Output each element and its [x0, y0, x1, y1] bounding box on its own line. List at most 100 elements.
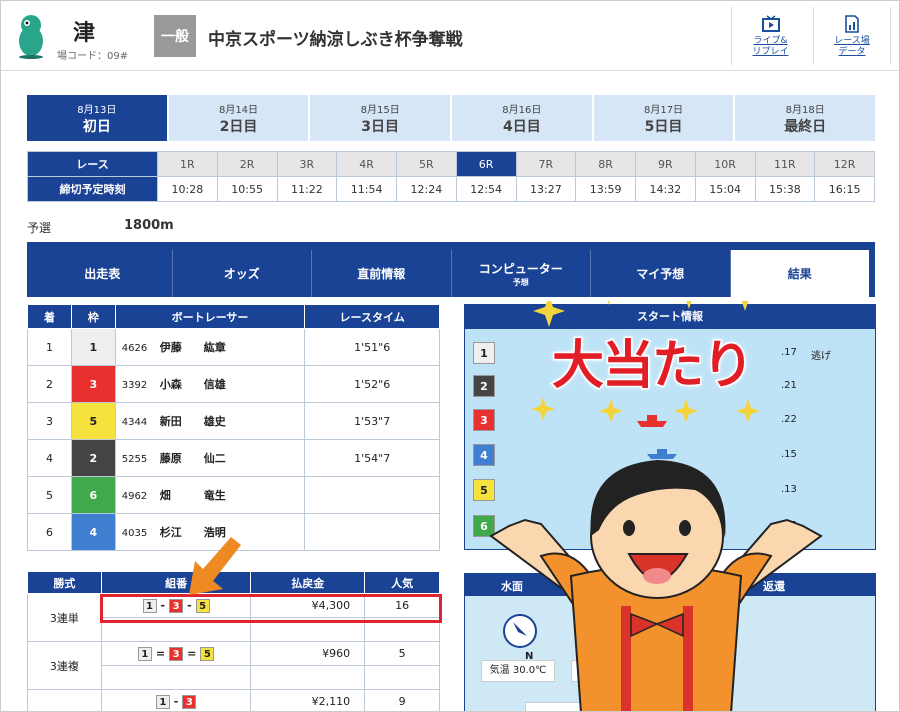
race-tab[interactable]: 3R	[276, 151, 338, 177]
jackpot-text: 大当たり	[550, 335, 755, 398]
day-tab[interactable]: 8月15日 3日目	[310, 95, 451, 141]
race-tab[interactable]: 9R	[635, 151, 696, 177]
venue-data-label: レース場 データ	[834, 35, 870, 57]
table-row: 4 2 5255 藤原 仙二 1'54"7	[27, 439, 440, 477]
deadline-time: 15:38	[754, 176, 816, 202]
day-tab[interactable]: 8月17日 5日目	[593, 95, 734, 141]
race-tab[interactable]: 8R	[575, 151, 636, 177]
frame-number: 3	[70, 365, 116, 403]
frame-number: 5	[70, 402, 116, 440]
race-tab[interactable]: 1R	[157, 151, 218, 177]
race-tab[interactable]: 2R	[216, 151, 278, 177]
race-tab[interactable]: 12R	[814, 151, 875, 177]
day-tabs: 8月13日 初日 8月14日 2日目 8月15日 3日目 8月16日 4日目 8月17日 5日目 8…	[27, 95, 876, 141]
day-tab[interactable]: 8月13日 初日	[27, 95, 167, 141]
table-row: 5 6 4962 畑 竜生	[27, 476, 440, 514]
frame-number: 2	[70, 439, 116, 477]
chart-icon	[845, 14, 859, 33]
combo-number: 5	[200, 646, 215, 661]
info-tab[interactable]: 結果	[730, 250, 869, 297]
result-header: 枠	[70, 304, 116, 329]
tv-icon	[761, 14, 780, 32]
frame-number: 4	[70, 513, 116, 551]
result-header: レースタイム	[304, 304, 440, 329]
racer-reg-number: 3392	[121, 380, 148, 391]
day-tab[interactable]: 8月14日 2日目	[168, 95, 309, 141]
day-label: 4日目	[502, 118, 541, 135]
combo-separator: =	[155, 646, 166, 660]
payout-amount: ¥960	[250, 641, 366, 666]
venue-data-button[interactable]: レース場 データ	[813, 7, 891, 65]
highlight-box	[100, 594, 442, 623]
day-tab[interactable]: 8月16日 4日目	[452, 95, 592, 141]
info-tab[interactable]: マイ予想	[591, 250, 731, 297]
cheering-man-illustration	[489, 460, 823, 711]
deadline-time: 10:55	[216, 176, 278, 202]
grade-badge: 一般	[154, 15, 196, 57]
info-tab[interactable]: コンピューター 予想	[452, 250, 591, 297]
racer-cell[interactable]: 3392 小森 信雄	[114, 365, 306, 403]
deadline-time: 13:27	[515, 176, 577, 202]
section-label: 予選	[27, 221, 52, 235]
info-tabs: 出走表 オッズ 直前情報 コンピューター 予想 マイ予想 結果	[27, 242, 875, 297]
race-tab[interactable]: 4R	[336, 151, 397, 177]
result-header: ボートレーサー	[114, 304, 306, 329]
racer-cell[interactable]: 4962 畑 竜生	[114, 476, 306, 514]
start-timing: .21	[781, 380, 797, 391]
start-timing: .22	[781, 414, 797, 425]
orange-arrow-icon	[189, 537, 241, 595]
table-row: 1 1 4626 伊藤 紘章 1'51"6	[27, 328, 440, 366]
frame-number: 1	[70, 328, 116, 366]
start-timing: .17	[781, 347, 797, 358]
racer-name: 伊藤 紘章	[159, 341, 226, 354]
race-time	[304, 476, 440, 514]
combo-separator: -	[173, 694, 179, 708]
table-row: 2 3 3392 小森 信雄 1'52"6	[27, 365, 440, 403]
info-tab-label: 出走表	[84, 267, 121, 281]
mascot-icon	[19, 15, 43, 59]
start-frame: 2	[473, 375, 495, 397]
race-time: 1'53"7	[304, 402, 440, 440]
info-tab[interactable]: オッズ	[173, 250, 312, 297]
day-date: 8月15日	[360, 104, 400, 116]
deadline-header: 締切予定時刻	[27, 176, 158, 202]
rank: 6	[27, 513, 72, 551]
race-header: レース	[27, 151, 158, 177]
racer-cell[interactable]: 4344 新田 雄史	[114, 402, 306, 440]
header-bar: 津 場コード：09# 一般 中京スポーツ納涼しぶき杯争奪戦 ライブ& リプレイ …	[1, 1, 899, 71]
combo-number: 3	[182, 694, 197, 709]
deadline-time: 12:24	[396, 176, 457, 202]
info-tab[interactable]: 直前情報	[312, 250, 452, 297]
empty-cell	[100, 665, 252, 690]
deadline-time: 11:54	[336, 176, 397, 202]
racer-name: 畑 竜生	[159, 489, 226, 502]
racer-name: 小森 信雄	[159, 378, 226, 391]
racer-cell[interactable]: 5255 藤原 仙二	[114, 439, 306, 477]
combination: 1-3	[100, 689, 252, 711]
table-row: 1-3 ¥2,110 9	[27, 689, 440, 711]
race-time: 1'54"7	[304, 439, 440, 477]
live-replay-button[interactable]: ライブ& リプレイ	[731, 7, 809, 65]
empty-cell	[250, 665, 366, 690]
race-tab[interactable]: 11R	[754, 151, 816, 177]
info-tab-label: 直前情報	[357, 267, 406, 281]
jackpot-banner: 大当たり	[521, 301, 781, 421]
race-tab[interactable]: 6R	[455, 151, 517, 177]
info-tab[interactable]: 出走表	[33, 250, 173, 297]
day-date: 8月13日	[77, 104, 117, 116]
table-row: 3 5 4344 新田 雄史 1'53"7	[27, 402, 440, 440]
combo-number: 1	[137, 646, 152, 661]
deadline-time: 15:04	[694, 176, 756, 202]
racer-cell[interactable]: 4626 伊藤 紘章	[114, 328, 306, 366]
racer-name: 藤原 仙二	[159, 452, 226, 465]
race-tab[interactable]: 5R	[396, 151, 457, 177]
race-tab[interactable]: 10R	[694, 151, 756, 177]
deadline-time: 12:54	[455, 176, 517, 202]
racer-reg-number: 4962	[121, 491, 148, 502]
result-table: 着枠ボートレーサー レースタイム 1 1 4626 伊藤 紘章 1'51"6 2 3 3392 小…	[27, 304, 440, 551]
race-title: 中京スポーツ納涼しぶき杯争奪戦	[208, 30, 463, 50]
day-tab[interactable]: 8月18日 最終日	[735, 95, 876, 141]
rank: 3	[27, 402, 72, 440]
info-tab-label: オッズ	[223, 267, 260, 281]
race-tab[interactable]: 7R	[515, 151, 577, 177]
